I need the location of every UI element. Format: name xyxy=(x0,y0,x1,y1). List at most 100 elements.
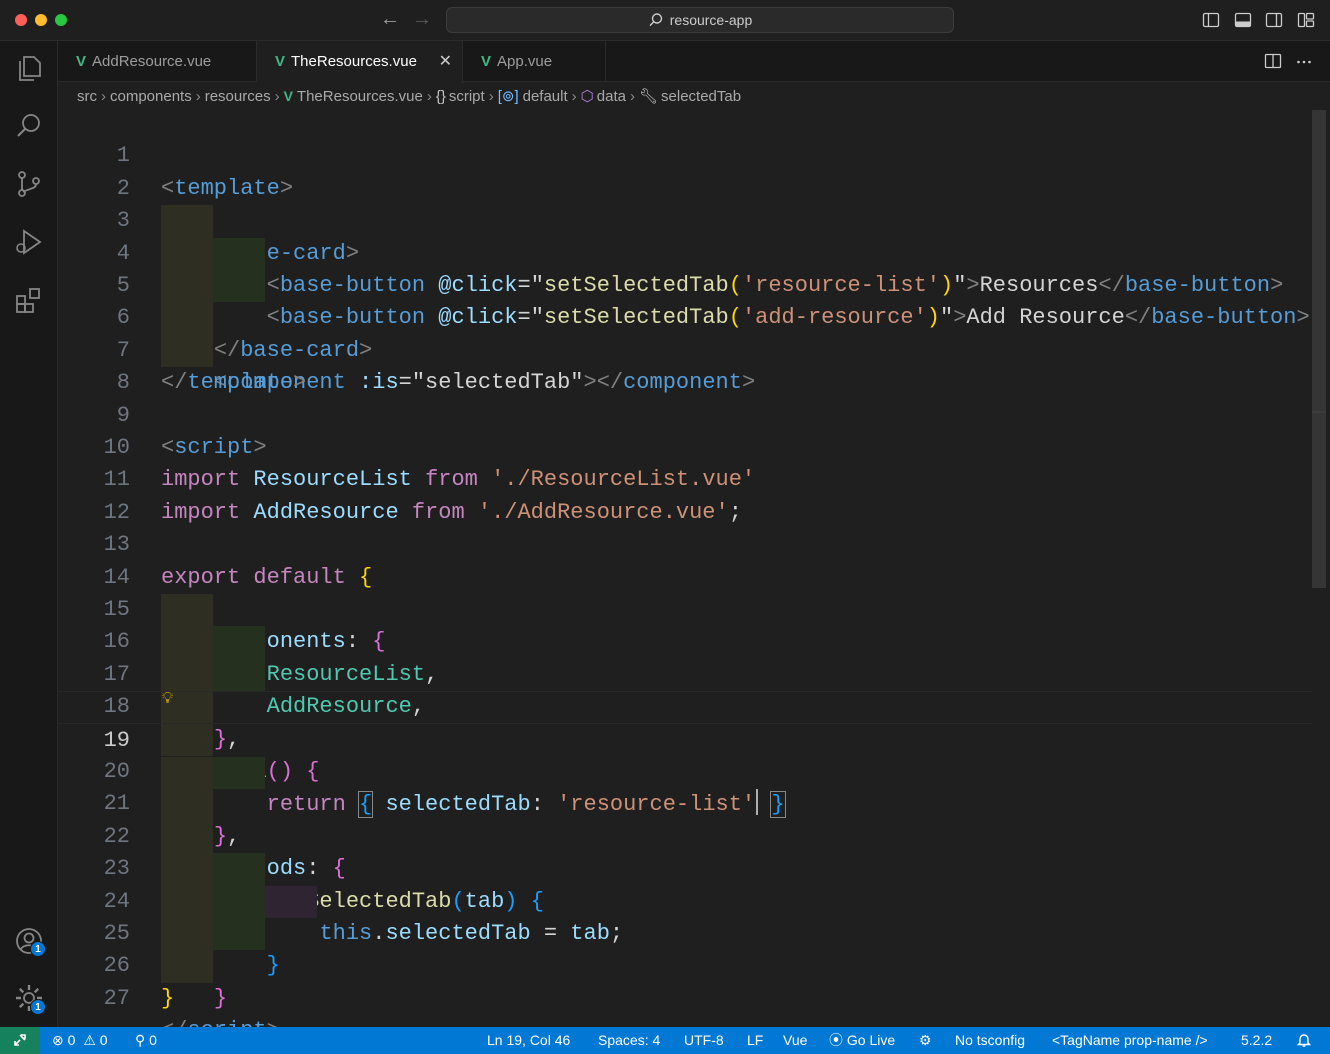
tab-app-vue[interactable]: V App.vue xyxy=(463,41,606,82)
tag-name-casing[interactable]: <TagName prop-name /> xyxy=(1052,1027,1208,1054)
search-icon xyxy=(649,13,662,27)
chevron-right-icon: › xyxy=(629,88,635,105)
code-line: 6 <component :is="selectedTab"></compone… xyxy=(58,270,1312,395)
vue-settings-icon[interactable]: ⚙︎ xyxy=(919,1027,932,1054)
scrollbar-thumb[interactable] xyxy=(1312,110,1326,588)
line-number: 27 xyxy=(103,985,130,1011)
cube-method-icon: ⬡ xyxy=(580,88,594,105)
breadcrumb-item[interactable]: resources xyxy=(205,88,271,105)
customize-layout-icon[interactable] xyxy=(1297,11,1315,29)
status-bar: ⊗ 0 ⚠ 0 ⚲ 0 Ln 19, Col 46 Spaces: 4 UTF-… xyxy=(0,1027,1330,1054)
vue-icon: V xyxy=(481,53,492,70)
editor-tab-bar: V AddResource.vue V TheResources.vue ✕ V Ap… xyxy=(58,41,1330,83)
code-line: 21 methods: { xyxy=(58,756,1312,881)
code-line: 12 xyxy=(58,464,1312,525)
breadcrumb-item[interactable]: data xyxy=(597,88,626,105)
code-text: </script> xyxy=(161,1015,280,1027)
code-line: 15 ResourceList, xyxy=(58,562,1312,687)
breadcrumb-item[interactable]: script xyxy=(449,88,485,105)
code-line: 20 }, xyxy=(58,724,1312,849)
breadcrumb-item[interactable]: TheResources.vue xyxy=(297,88,423,105)
toggle-panel-icon[interactable] xyxy=(1234,11,1252,29)
forward-arrow-icon[interactable]: → xyxy=(412,8,432,31)
minimize-window-button[interactable] xyxy=(35,14,47,26)
explorer-icon[interactable] xyxy=(13,52,45,84)
back-arrow-icon[interactable]: ← xyxy=(380,8,400,31)
code-editor[interactable]: 1 <template> 2 <base-card> 3 <base-butto… xyxy=(58,110,1330,1027)
code-line: 10 import ResourceList from './ResourceL… xyxy=(58,400,1312,492)
notifications-bell-icon[interactable] xyxy=(1296,1027,1312,1054)
search-icon[interactable] xyxy=(13,110,45,142)
code-line: 7 </template> xyxy=(58,302,1312,395)
typescript-version[interactable]: 5.2.2 xyxy=(1241,1027,1272,1054)
close-icon[interactable]: ✕ xyxy=(439,41,452,82)
error-icon: ⊗ xyxy=(52,1032,64,1048)
code-text: } xyxy=(161,985,175,1011)
encoding[interactable]: UTF-8 xyxy=(684,1027,724,1054)
tab-label: AddResource.vue xyxy=(92,53,212,70)
language-mode[interactable]: Vue xyxy=(783,1027,807,1054)
code-line: 11 import AddResource from './AddResourc… xyxy=(58,432,1312,524)
variable-icon: [⊚] xyxy=(497,88,519,105)
vue-icon: V xyxy=(76,53,87,70)
breadcrumb-item[interactable]: src xyxy=(77,88,97,105)
close-window-button[interactable] xyxy=(15,14,27,26)
chevron-right-icon: › xyxy=(488,88,494,105)
source-control-icon[interactable] xyxy=(13,168,45,200)
indentation[interactable]: Spaces: 4 xyxy=(598,1027,660,1054)
go-live-button[interactable]: ⦿ Go Live xyxy=(829,1027,895,1054)
code-line: 22 setSelectedTab(tab) { xyxy=(58,788,1312,914)
ports-indicator[interactable]: ⚲ 0 xyxy=(135,1027,157,1054)
chevron-right-icon: › xyxy=(426,88,432,105)
chevron-right-icon: › xyxy=(101,88,106,105)
wrench-property-icon: 🔧︎ xyxy=(638,88,659,105)
problems-indicator[interactable]: ⊗ 0 ⚠ 0 xyxy=(52,1027,108,1054)
code-line: 1 <template> xyxy=(58,110,1312,200)
tab-addresource-vue[interactable]: V AddResource.vue xyxy=(58,41,257,82)
code-line: 9 <script> xyxy=(58,367,1312,460)
extensions-icon[interactable] xyxy=(13,284,45,316)
code-line: 27 </script> xyxy=(58,950,1312,1027)
command-center-search[interactable]: resource-app xyxy=(446,7,954,33)
split-editor-icon[interactable] xyxy=(1264,52,1282,70)
zoom-window-button[interactable] xyxy=(55,14,67,26)
code-line: 24 } xyxy=(58,853,1312,979)
toggle-primary-sidebar-icon[interactable] xyxy=(1202,11,1220,29)
code-line: 3 <base-button @click="setSelectedTab('r… xyxy=(58,173,1312,298)
remote-icon xyxy=(14,1034,26,1046)
activity-bar: 1 1 xyxy=(0,41,58,1027)
chevron-right-icon: › xyxy=(274,88,280,105)
warning-icon: ⚠ xyxy=(83,1032,96,1048)
end-of-line[interactable]: LF xyxy=(747,1027,763,1054)
manage-badge: 1 xyxy=(30,999,46,1015)
code-line: 14 components: { xyxy=(58,529,1312,655)
tab-label: App.vue xyxy=(497,53,553,70)
breadcrumb-item[interactable]: components xyxy=(110,88,192,105)
code-line-current: 19 return { selectedTab: 'resource-list'… xyxy=(58,691,1312,819)
toggle-secondary-sidebar-icon[interactable] xyxy=(1265,11,1283,29)
code-line: 8 xyxy=(58,335,1312,395)
tab-label: TheResources.vue xyxy=(291,53,417,70)
more-actions-icon[interactable] xyxy=(1295,52,1313,70)
vertical-scrollbar[interactable] xyxy=(1312,110,1326,1027)
tab-theresources-vue[interactable]: V TheResources.vue ✕ xyxy=(257,41,463,83)
code-line: 25 } xyxy=(58,886,1312,1011)
chevron-right-icon: › xyxy=(195,88,201,105)
title-bar: ← → resource-app xyxy=(0,0,1330,41)
code-line: 4 <base-button @click="setSelectedTab('a… xyxy=(58,205,1312,331)
code-line: 5 </base-card> xyxy=(58,238,1312,363)
braces-icon: {} xyxy=(435,88,446,105)
cursor-position[interactable]: Ln 19, Col 46 xyxy=(487,1027,570,1054)
run-and-debug-icon[interactable] xyxy=(13,226,45,258)
breadcrumb-item[interactable]: selectedTab xyxy=(661,88,741,105)
remote-indicator[interactable] xyxy=(0,1027,40,1054)
code-line: 16 AddResource, xyxy=(58,594,1312,719)
code-line: 17 }, xyxy=(58,626,1312,752)
broadcast-icon: ⦿ xyxy=(829,1032,843,1048)
lightbulb-icon[interactable]: 💡︎ xyxy=(162,690,173,708)
code-line: 26 } xyxy=(58,918,1312,1010)
tsconfig-status[interactable]: No tsconfig xyxy=(955,1027,1025,1054)
vue-icon: V xyxy=(283,88,293,104)
breadcrumb-item[interactable]: default xyxy=(523,88,568,105)
accounts-badge: 1 xyxy=(30,941,46,957)
